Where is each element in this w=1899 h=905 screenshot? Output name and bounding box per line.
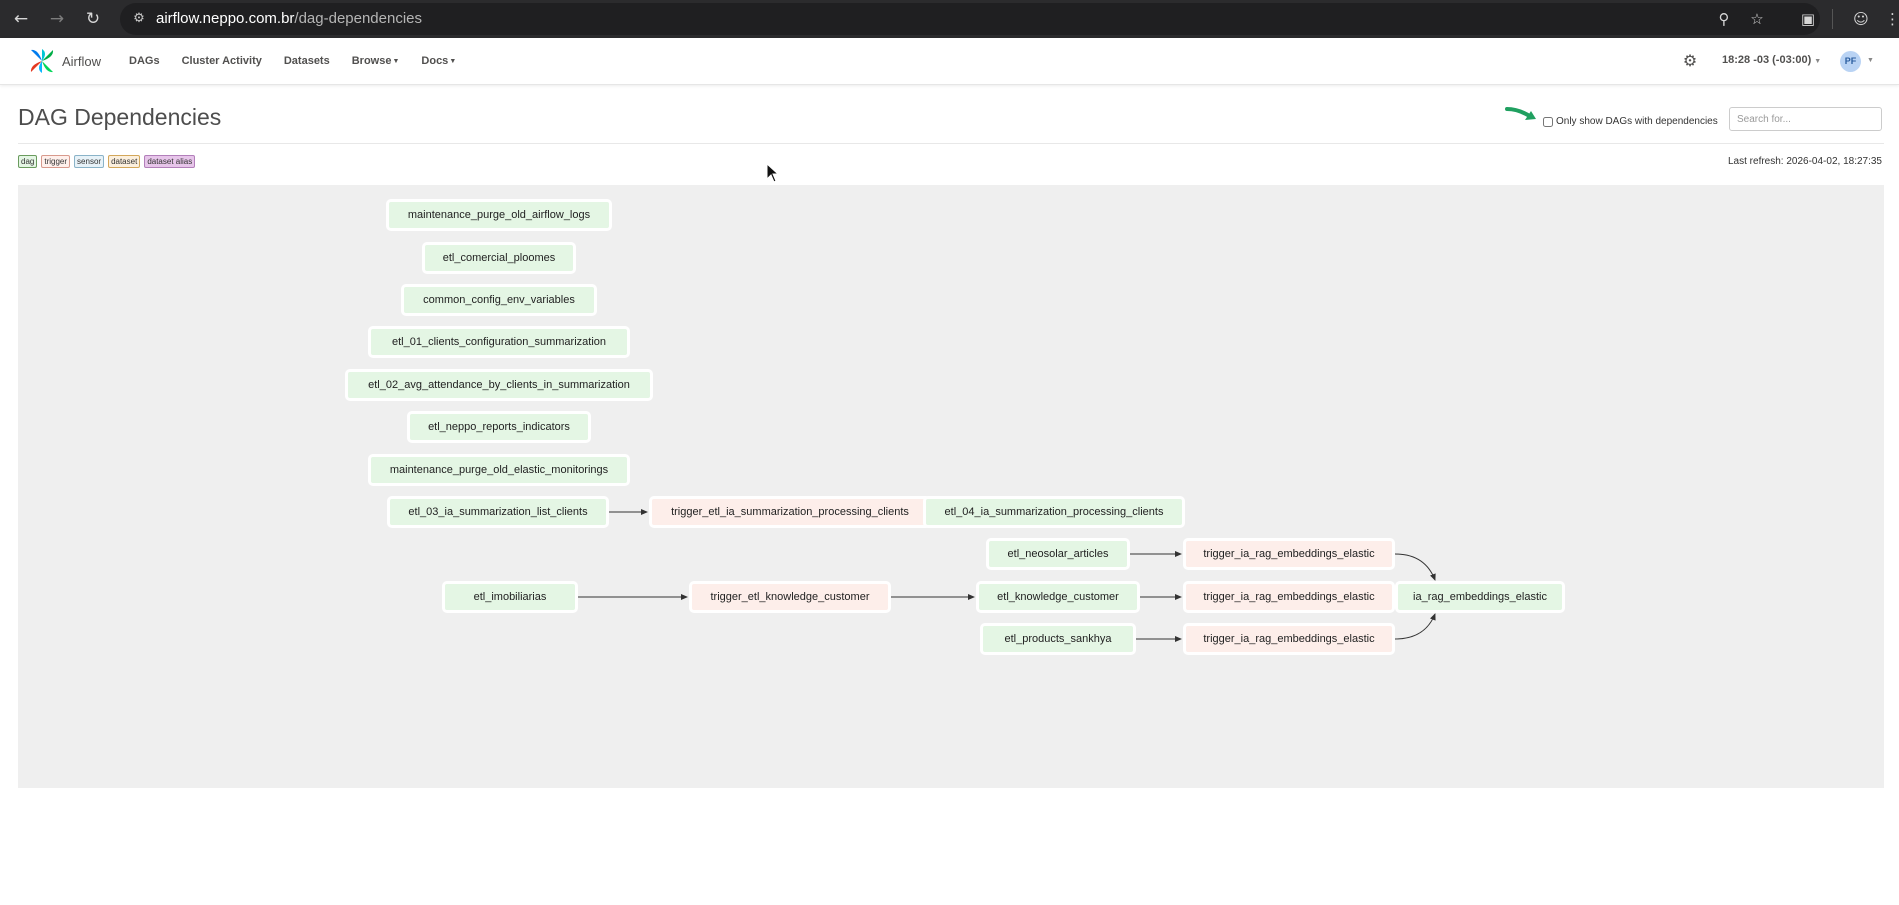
graph-node-dag[interactable]: maintenance_purge_old_elastic_monitoring…	[368, 454, 630, 486]
graph-node-dag[interactable]: common_config_env_variables	[401, 284, 597, 316]
chevron-down-icon: ▼	[449, 58, 457, 65]
legend-dag: dag	[18, 155, 38, 168]
dependency-filter: Only show DAGs with dependencies	[1543, 116, 1718, 127]
nav-label: DAGs	[129, 55, 160, 67]
graph-node-dag[interactable]: etl_04_ia_summarization_processing_clien…	[923, 496, 1185, 528]
nav-docs[interactable]: Docs▼	[421, 55, 456, 67]
graph-node-dag[interactable]: etl_neosolar_articles	[986, 538, 1130, 570]
page-title: DAG Dependencies	[18, 104, 222, 130]
legend: dag trigger sensor dataset dataset alias	[18, 155, 196, 168]
current-time: 18:28 -03 (-03:00)	[1722, 54, 1812, 66]
airflow-logo[interactable]: Airflow	[28, 46, 101, 76]
graph-edge	[1394, 553, 1436, 581]
nav-label: Browse	[351, 55, 392, 67]
chevron-down-icon[interactable]: ▼	[1867, 57, 1874, 64]
graph-node-dag[interactable]: etl_knowledge_customer	[976, 581, 1140, 613]
main-menu: DAGs Cluster Activity Datasets Browse▼ Docs▼	[129, 38, 456, 84]
user-avatar[interactable]: PF	[1840, 51, 1861, 72]
toolbar-divider	[1832, 9, 1833, 29]
browser-toolbar: ← → ↻ ⚙ airflow.neppo.com.br/dag-depende…	[0, 0, 1899, 38]
bookmark-star-icon[interactable]: ☆	[1747, 9, 1767, 29]
graph-node-trigger[interactable]: trigger_ia_rag_embeddings_elastic	[1183, 581, 1395, 613]
legend-dataset-alias: dataset alias	[144, 155, 196, 168]
url-path: /dag-dependencies	[294, 10, 423, 27]
forward-arrow-icon[interactable]: →	[47, 9, 67, 29]
graph-node-trigger[interactable]: trigger_ia_rag_embeddings_elastic	[1183, 623, 1395, 655]
site-settings-icon[interactable]: ⚙	[130, 10, 148, 28]
graph-node-dag[interactable]: etl_neppo_reports_indicators	[407, 411, 591, 443]
graph-node-dag[interactable]: etl_products_sankhya	[980, 623, 1136, 655]
last-refresh: Last refresh: 2026-04-02, 18:27:35	[1728, 156, 1882, 167]
url-text[interactable]: airflow.neppo.com.br/dag-dependencies	[156, 10, 422, 27]
graph-edges	[578, 509, 1436, 642]
pinwheel-icon	[30, 49, 54, 73]
chevron-down-icon: ▼	[392, 58, 400, 65]
address-bar[interactable]: ⚙ airflow.neppo.com.br/dag-dependencies	[120, 3, 1820, 35]
graph-node-dag[interactable]: ia_rag_embeddings_elastic	[1395, 581, 1565, 613]
gear-icon[interactable]: ⚙	[1680, 51, 1700, 71]
legend-sensor: sensor	[74, 155, 105, 168]
dependency-graph[interactable]: maintenance_purge_old_airflow_logs etl_co…	[18, 185, 1884, 788]
graph-node-dag[interactable]: etl_03_ia_summarization_list_clients	[387, 496, 609, 528]
search-input[interactable]	[1729, 107, 1882, 131]
nav-cluster-activity[interactable]: Cluster Activity	[182, 55, 262, 67]
extensions-icon[interactable]: ▣	[1798, 9, 1818, 29]
mouse-cursor-icon	[766, 163, 780, 183]
graph-node-trigger[interactable]: trigger_ia_rag_embeddings_elastic	[1183, 538, 1395, 570]
only-deps-checkbox[interactable]	[1543, 116, 1553, 127]
brand-name: Airflow	[62, 53, 102, 69]
graph-node-dag[interactable]: etl_02_avg_attendance_by_clients_in_summ…	[345, 369, 653, 401]
graph-edge	[1394, 613, 1436, 640]
graph-node-trigger[interactable]: trigger_etl_ia_summarization_processing_…	[649, 496, 931, 528]
nav-label: Docs	[421, 55, 449, 67]
nav-datasets[interactable]: Datasets	[284, 55, 330, 67]
graph-node-trigger[interactable]: trigger_etl_knowledge_customer	[689, 581, 891, 613]
only-deps-label[interactable]: Only show DAGs with dependencies	[1556, 116, 1718, 127]
timezone-dropdown[interactable]: 18:28 -03 (-03:00) ▼	[1722, 54, 1821, 66]
url-host: airflow.neppo.com.br	[156, 10, 295, 27]
back-arrow-icon[interactable]: ←	[11, 9, 31, 29]
chevron-down-icon: ▼	[1814, 58, 1822, 65]
header-divider	[18, 143, 1884, 144]
graph-node-dag[interactable]: etl_imobiliarias	[442, 581, 578, 613]
nav-browse[interactable]: Browse▼	[352, 55, 400, 67]
graph-node-dag[interactable]: etl_01_clients_configuration_summarizati…	[368, 326, 630, 358]
legend-trigger: trigger	[41, 155, 71, 168]
graph-node-dag[interactable]: etl_comercial_ploomes	[422, 242, 576, 274]
browser-menu-icon[interactable]: ⋮	[1885, 9, 1899, 29]
green-arrow-icon	[1505, 107, 1536, 120]
app-navbar: Airflow DAGs Cluster Activity Datasets Brow…	[0, 38, 1899, 85]
profile-icon[interactable]: ☺	[1851, 9, 1871, 29]
graph-node-dag[interactable]: maintenance_purge_old_airflow_logs	[386, 199, 612, 231]
reload-icon[interactable]: ↻	[83, 9, 103, 29]
zoom-icon[interactable]: ⚲	[1714, 9, 1734, 29]
legend-dataset: dataset	[108, 155, 141, 168]
nav-label: Datasets	[283, 55, 330, 67]
nav-dags[interactable]: DAGs	[129, 55, 160, 67]
nav-label: Cluster Activity	[181, 55, 262, 67]
